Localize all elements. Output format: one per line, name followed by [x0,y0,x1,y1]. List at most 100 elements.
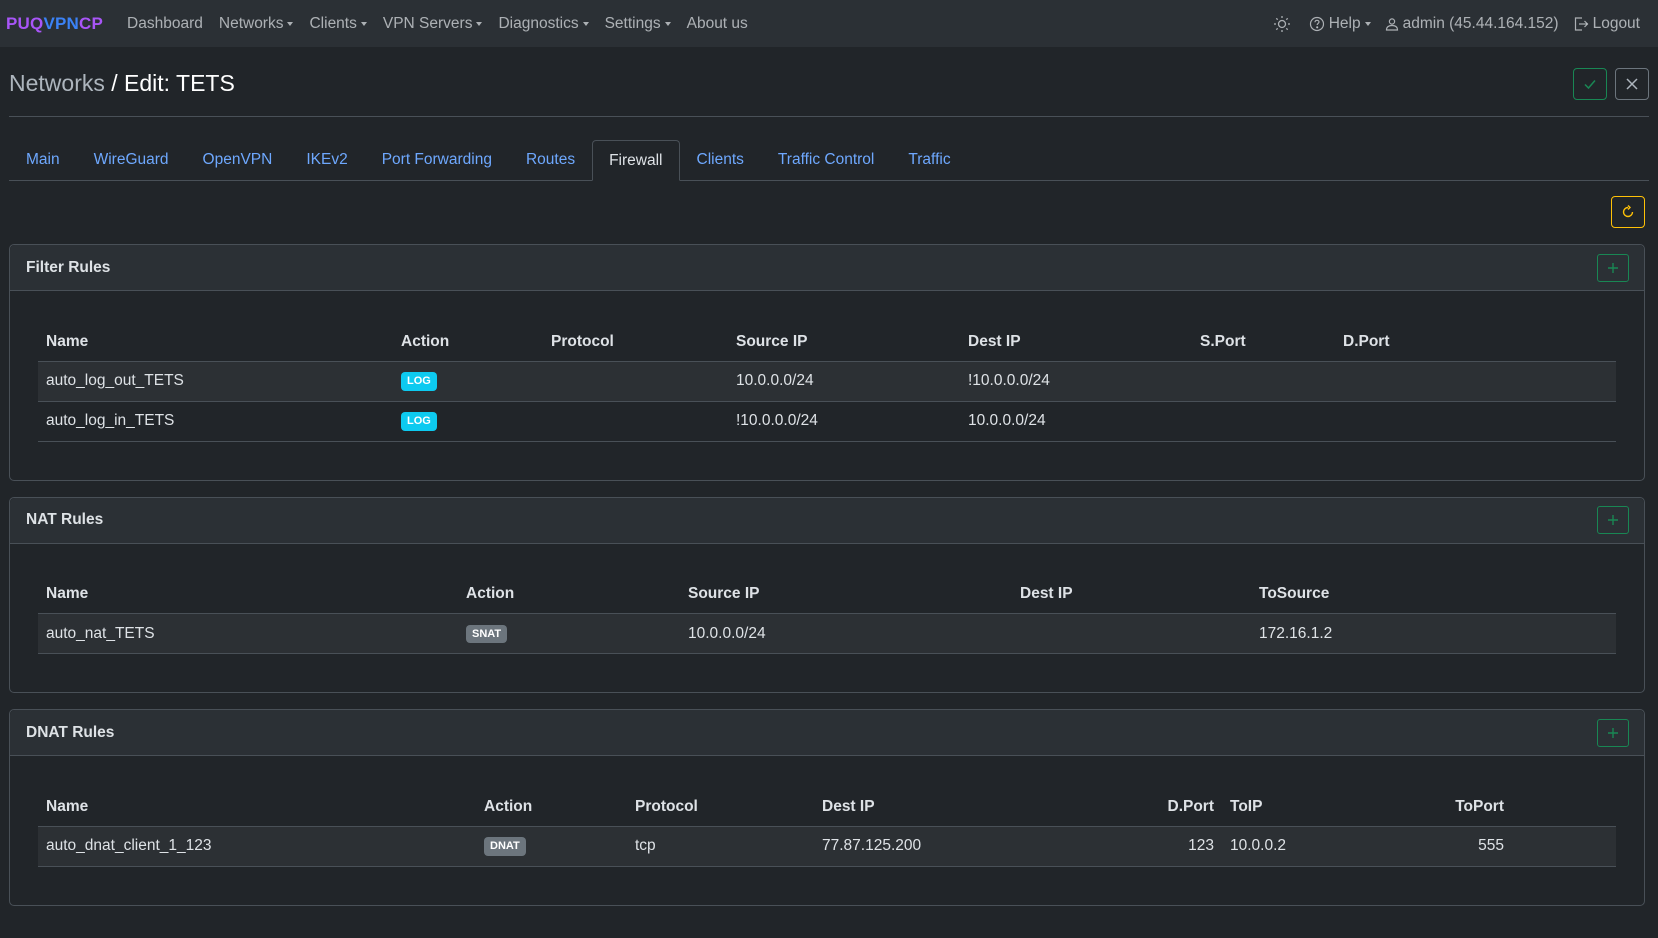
rule-sport [1192,401,1335,442]
brand-part-2: VPN [43,13,80,33]
nav-clients-label: Clients [309,14,357,32]
tab-traffic[interactable]: Traffic [891,140,967,180]
brand-part-1: PUQ [6,13,44,33]
nav-networks-dropdown[interactable]: Networks [219,15,294,33]
dnat-rules-card: DNAT Rules Name Action Protocol Dest IP … [9,709,1645,906]
column-header: ToSource [1251,575,1616,614]
brand-logo[interactable]: PUQVPNCP [6,14,103,34]
add-nat-rule-button[interactable] [1597,506,1629,534]
tab-firewall[interactable]: Firewall [592,140,680,181]
nav-about-label: About us [686,14,748,32]
nav-help-dropdown[interactable]: Help [1309,15,1371,33]
nav-settings-label: Settings [604,14,661,32]
brand-part-3: CP [79,13,104,33]
caret-down-icon [664,21,671,26]
action-badge: DNAT [484,837,526,856]
breadcrumb-networks[interactable]: Networks [9,70,105,96]
tab-openvpn[interactable]: OpenVPN [186,140,290,180]
rule-name: auto_nat_TETS [38,613,458,654]
column-header: D.Port [1335,323,1616,362]
column-header: Name [38,788,476,827]
rule-action: DNAT [476,826,627,867]
filter-rules-table: Name Action Protocol Source IP Dest IP S… [38,323,1616,442]
refresh-icon [1622,205,1634,218]
sun-icon [1273,15,1290,32]
nav-vpn-servers-dropdown[interactable]: VPN Servers [383,15,483,33]
rule-name: auto_log_in_TETS [38,401,393,442]
rule-name: auto_dnat_client_1_123 [38,826,476,867]
nat-rules-card: NAT Rules Name Action Source IP Dest IP … [9,496,1645,693]
rule-dport: 123 [1054,826,1222,867]
top-navbar: PUQVPNCP Dashboard Networks Clients VPN … [0,0,1658,47]
column-header: S.Port [1192,323,1335,362]
column-header-spacer [1512,788,1616,827]
logout-icon [1574,16,1588,31]
add-filter-rule-button[interactable] [1597,253,1629,282]
rule-sport [1192,361,1335,402]
page-title: Networks / Edit: TETS [9,70,235,97]
nav-clients-dropdown[interactable]: Clients [309,14,367,33]
rule-protocol [543,361,728,402]
column-header: D.Port [1054,788,1222,827]
question-circle-icon [1309,16,1324,31]
nav-logout[interactable]: Logout [1573,15,1640,33]
filter-rules-card: Filter Rules Name Action Protocol Source… [9,244,1645,481]
tab-routes[interactable]: Routes [509,140,592,180]
nav-user-label: admin (45.44.164.152) [1402,14,1559,32]
column-header: Source IP [680,575,1012,614]
nav-dashboard-label: Dashboard [127,14,203,32]
save-button[interactable] [1573,67,1607,100]
nav-diagnostics-dropdown[interactable]: Diagnostics [498,15,589,33]
user-icon [1385,17,1398,31]
table-row[interactable]: auto_dnat_client_1_123 DNAT tcp 77.87.12… [38,826,1616,867]
close-button[interactable] [1615,67,1649,100]
rule-dport [1335,361,1616,402]
nav-about[interactable]: About us [687,15,748,33]
tab-wireguard[interactable]: WireGuard [77,140,186,180]
nat-rules-table: Name Action Source IP Dest IP ToSource a… [38,575,1616,654]
tab-clients[interactable]: Clients [680,140,761,180]
tab-port-forwarding[interactable]: Port Forwarding [365,140,509,180]
column-header: ToPort [1386,788,1512,827]
refresh-button[interactable] [1611,196,1645,228]
column-header: Dest IP [960,323,1192,362]
check-icon [1584,79,1596,89]
rule-dest-ip: 77.87.125.200 [814,826,1054,867]
column-header: Protocol [627,788,814,827]
nav-user-menu[interactable]: admin (45.44.164.152) [1385,15,1559,33]
rule-toip: 10.0.0.2 [1222,826,1386,867]
column-header: Source IP [728,323,960,362]
page-title-text: / Edit: TETS [104,70,235,96]
nav-settings-dropdown[interactable]: Settings [605,15,671,33]
table-row[interactable]: auto_log_in_TETS LOG !10.0.0.0/24 10.0.0… [38,401,1616,442]
nav-dashboard[interactable]: Dashboard [127,15,203,33]
tab-ikev2[interactable]: IKEv2 [289,140,364,180]
caret-down-icon [582,21,589,26]
table-row[interactable]: auto_nat_TETS SNAT 10.0.0.0/24 172.16.1.… [38,613,1616,654]
column-header: Protocol [543,323,728,362]
theme-toggle-button[interactable] [1273,15,1295,33]
column-header: Dest IP [814,788,1054,827]
table-row[interactable]: auto_log_out_TETS LOG 10.0.0.0/24 !10.0.… [38,361,1616,402]
rule-toport: 555 [1386,826,1512,867]
filter-rules-title: Filter Rules [26,258,111,276]
tab-traffic-control[interactable]: Traffic Control [761,140,891,180]
rule-name: auto_log_out_TETS [38,361,393,402]
column-header: ToIP [1222,788,1386,827]
column-header: Action [393,323,543,362]
rule-dest-ip: !10.0.0.0/24 [960,361,1192,402]
caret-down-icon [287,21,294,26]
plus-icon [1608,727,1618,738]
add-dnat-rule-button[interactable] [1597,718,1629,747]
action-badge: LOG [401,412,437,431]
nav-help-label: Help [1328,14,1361,32]
plus-icon [1608,515,1618,525]
firewall-toolbar [0,181,1658,244]
rule-protocol [543,401,728,442]
column-header: Name [38,575,458,614]
rule-source-ip: 10.0.0.0/24 [680,613,1012,654]
tab-main[interactable]: Main [9,140,77,180]
caret-down-icon [1364,21,1371,26]
rule-source-ip: !10.0.0.0/24 [728,401,960,442]
nav-vpn-servers-label: VPN Servers [382,14,473,32]
